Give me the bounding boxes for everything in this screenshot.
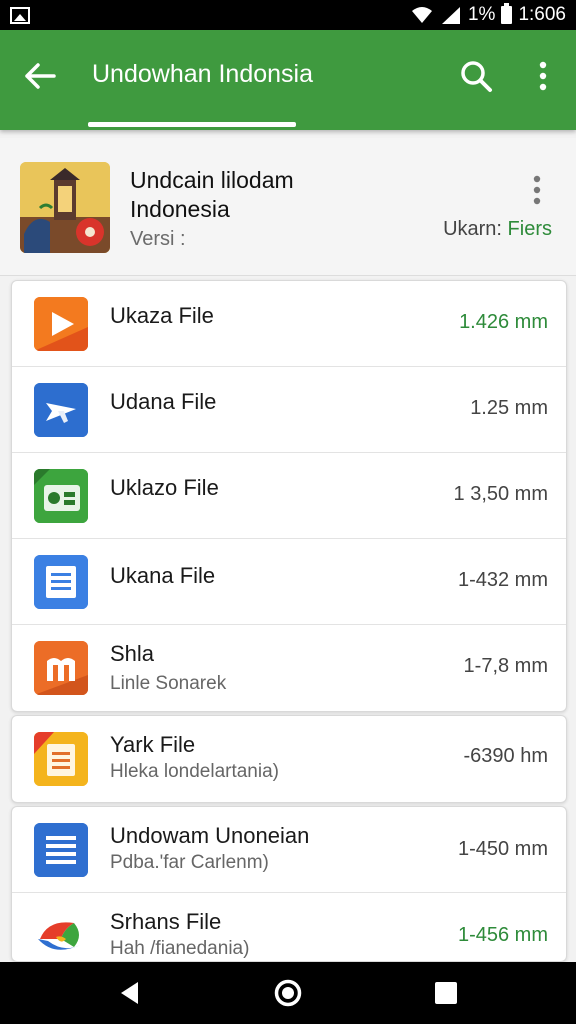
document-icon [34,555,88,609]
search-icon [461,61,492,92]
file-size: -6390 hm [463,745,549,767]
file-row[interactable]: Udana File 1.25 mm [12,367,566,453]
app-name: Undcain lilodam Indonesia [130,166,390,224]
file-subtitle: Linle Sonarek [110,673,227,694]
file-subtitle: Hleka londelartania) [110,761,279,782]
page-title: Undowhan Indonsia [92,60,313,88]
plane-icon [34,383,88,437]
file-size: 1.426 mm [459,311,548,333]
file-row[interactable]: Yark File Hleka londelartania) -6390 hm [12,716,566,802]
file-size: 1-456 mm [457,924,548,946]
app-version: Versi : [130,228,186,250]
file-subtitle: Hah /fianedania) [110,938,250,959]
triangle-back-icon [121,982,138,1004]
wifi-icon [411,7,432,23]
arrow-left-icon [25,63,56,89]
signal-icon [441,7,460,24]
tab-indicator [88,122,296,127]
file-name: Uklazo File [110,475,219,500]
battery-icon [501,3,513,24]
clock: 1:606 [518,4,566,25]
circle-home-icon [274,979,302,1007]
file-row[interactable]: Srhans File Hah /fianedania) 1-456 mm [12,893,566,961]
file-name: Undowam Unoneian [110,823,310,848]
app-bar: Undowhan Indonsia [0,30,576,130]
meta-link[interactable]: Fiers [508,218,552,240]
file-size: 1-450 mm [457,838,548,860]
app-name-line2: Indonesia [130,196,230,222]
file-name: Ukana File [110,563,216,588]
file-name: Srhans File [110,909,222,934]
more-vert-icon [539,61,547,91]
gallery-notification-icon [10,6,30,24]
navigation-bar [0,962,576,1024]
file-name: Shla [110,641,155,666]
play-icon [34,297,88,351]
more-vert-icon [533,175,541,205]
back-button[interactable] [22,58,58,94]
file-size: 1-432 mm [457,569,548,591]
files-card: Yark File Hleka londelartania) -6390 hm [11,715,567,803]
file-row[interactable]: Ukaza File 1.426 mm [12,281,566,367]
square-recents-icon [435,982,457,1004]
file-size: 1.25 mm [470,397,548,419]
nav-back-button[interactable] [110,973,150,1013]
file-row[interactable]: Undowam Unoneian Pdba.'far Carlenm) 1-45… [12,807,566,893]
file-row[interactable]: Shla Linle Sonarek 1-7,8 mm [12,625,566,711]
status-bar: 1% 1:606 [0,0,576,30]
notes-icon [34,732,88,786]
globe-icon [34,909,88,961]
app-meta: Ukarn: Fiers [443,218,552,241]
app-name-line1: Undcain lilodam [130,167,294,193]
radio-icon [34,469,88,523]
app-options-button[interactable] [524,172,550,208]
file-row[interactable]: Ukana File 1-432 mm [12,539,566,625]
list-icon [34,823,88,877]
files-card: Ukaza File 1.426 mm Udana File 1.25 mm U… [11,280,567,712]
overflow-menu-button[interactable] [528,56,558,96]
battery-percent: 1% [467,4,496,25]
file-size: 1 3,50 mm [453,483,548,505]
meta-label: Ukarn: [443,218,502,240]
file-name: Udana File [110,389,217,414]
nav-recents-button[interactable] [426,973,466,1013]
file-subtitle: Pdba.'far Carlenm) [110,852,269,873]
app-logo [20,162,110,253]
app-header: Undcain lilodam Indonesia Versi : Ukarn:… [0,138,576,276]
file-size: 1-7,8 mm [463,655,548,677]
files-card: Undowam Unoneian Pdba.'far Carlenm) 1-45… [11,806,567,962]
m-icon [34,641,88,695]
file-name: Yark File [110,732,196,757]
file-row[interactable]: Uklazo File 1 3,50 mm [12,453,566,539]
search-button[interactable] [456,56,496,96]
nav-home-button[interactable] [268,973,308,1013]
file-name: Ukaza File [110,303,214,328]
